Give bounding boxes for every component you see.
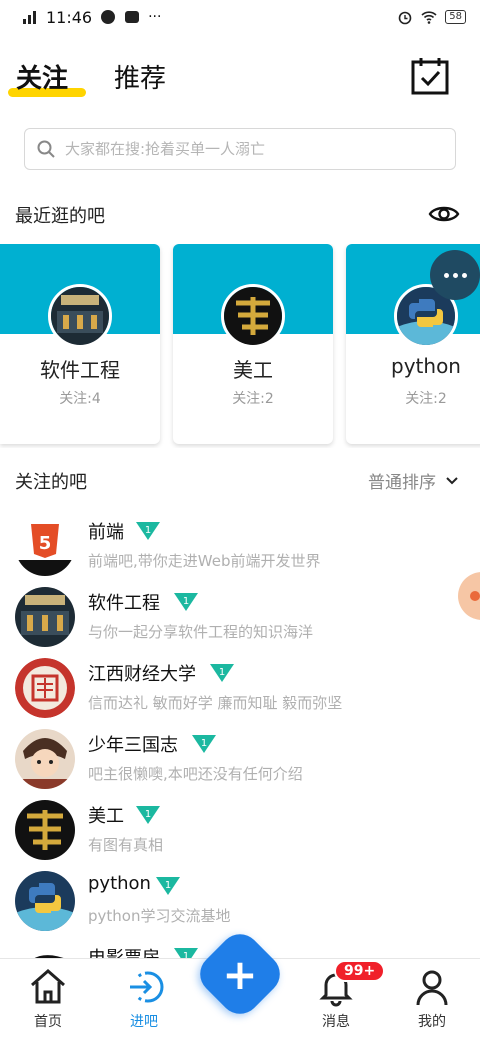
card-followers: 关注:4	[59, 391, 101, 407]
header: 关注 推荐	[0, 44, 480, 114]
list-item[interactable]: 软件工程 1 与你一起分享软件工程的知识海洋	[0, 581, 480, 651]
item-name: 美工	[88, 806, 124, 827]
svg-text:1: 1	[165, 880, 171, 891]
nav-mine[interactable]: 我的	[392, 967, 472, 1031]
eye-icon[interactable]	[428, 202, 460, 226]
recent-card-software[interactable]: 软件工程 关注:4	[0, 244, 160, 444]
search-input[interactable]	[65, 140, 435, 158]
home-icon	[31, 969, 65, 1004]
recent-title: 最近逛的吧	[15, 206, 105, 227]
item-name: 前端	[88, 522, 124, 543]
search-bar[interactable]	[24, 128, 456, 170]
svg-text:1: 1	[183, 596, 189, 607]
nav-label: 消息	[322, 1014, 350, 1030]
more-button[interactable]	[430, 250, 480, 300]
tab-recommend[interactable]: 推荐	[114, 58, 166, 95]
svg-text:1: 1	[145, 525, 151, 536]
card-name: 美工	[233, 358, 273, 382]
avatar	[221, 284, 285, 348]
level-badge-icon: 1	[156, 877, 180, 895]
recent-card-art[interactable]: 美工 关注:2	[173, 244, 333, 444]
card-followers: 关注:2	[232, 391, 274, 407]
sort-label: 普通排序	[368, 473, 436, 493]
level-badge-icon: 1	[174, 593, 198, 611]
status-time: 11:46	[46, 7, 93, 27]
svg-text:5: 5	[39, 533, 52, 554]
nav-enter-bar[interactable]: 进吧	[104, 967, 184, 1031]
avatar	[15, 729, 75, 789]
item-name: 软件工程	[88, 593, 160, 614]
sort-dropdown[interactable]: 普通排序	[368, 468, 458, 493]
card-followers: 关注:2	[405, 391, 447, 407]
person-icon	[416, 970, 448, 1006]
item-desc: 前端吧,带你走进Web前端开发世界	[88, 552, 321, 570]
svg-text:1: 1	[201, 738, 207, 749]
avatar	[48, 284, 112, 348]
avatar	[15, 587, 75, 647]
message-badge: 99+	[334, 960, 386, 982]
card-name: python	[391, 354, 461, 378]
item-desc: python学习交流基地	[88, 907, 231, 925]
mail-icon	[125, 11, 140, 23]
item-desc: 与你一起分享软件工程的知识海洋	[88, 623, 314, 641]
card-name: 软件工程	[40, 358, 120, 382]
item-desc: 吧主很懒噢,本吧还没有任何介绍	[88, 765, 303, 783]
item-name: 江西财经大学	[88, 664, 196, 685]
recent-cards: 软件工程 关注:4 美工 关注:2 python 关注:2	[0, 244, 480, 448]
chevron-down-icon	[446, 476, 458, 484]
level-badge-icon: 1	[136, 522, 160, 540]
level-badge-icon: 1	[192, 735, 216, 753]
list-item[interactable]: python 1 python学习交流基地	[0, 865, 480, 935]
list-item[interactable]: 江西财经大学 1 信而达礼 敏而好学 廉而知耻 毅而弥坚	[0, 652, 480, 722]
list-item[interactable]: 5 前端 1 前端吧,带你走进Web前端开发世界	[0, 510, 480, 580]
search-icon	[37, 140, 55, 158]
chat-icon	[101, 10, 116, 24]
list-item[interactable]: 美工 1 有图有真相	[0, 794, 480, 864]
nav-label: 首页	[34, 1014, 62, 1030]
more-dots-icon: ···	[148, 9, 162, 25]
list-item[interactable]: 少年三国志 1 吧主很懒噢,本吧还没有任何介绍	[0, 723, 480, 793]
level-badge-icon: 1	[210, 664, 234, 682]
item-desc: 有图有真相	[88, 836, 164, 854]
avatar	[15, 800, 75, 860]
nav-home[interactable]: 首页	[8, 967, 88, 1031]
alarm-icon	[398, 11, 412, 25]
avatar: 5	[15, 516, 75, 576]
item-name: 少年三国志	[88, 735, 178, 756]
item-desc: 信而达礼 敏而好学 廉而知耻 毅而弥坚	[88, 694, 343, 712]
svg-text:1: 1	[219, 667, 225, 678]
item-name: python	[88, 873, 151, 894]
avatar	[15, 871, 75, 931]
status-bar: 11:46 ··· 58	[0, 0, 480, 34]
wifi-icon	[421, 11, 437, 24]
svg-text:1: 1	[145, 809, 151, 820]
tab-follow[interactable]: 关注	[16, 58, 68, 95]
level-badge-icon: 1	[136, 806, 160, 824]
nav-label: 我的	[418, 1014, 446, 1030]
enter-icon	[130, 971, 164, 1003]
nav-label: 进吧	[130, 1014, 158, 1030]
calendar-check-icon[interactable]	[410, 56, 450, 96]
battery-icon: 58	[445, 10, 466, 24]
signal-icon	[23, 11, 36, 24]
followed-title: 关注的吧	[15, 472, 87, 493]
avatar	[15, 658, 75, 718]
